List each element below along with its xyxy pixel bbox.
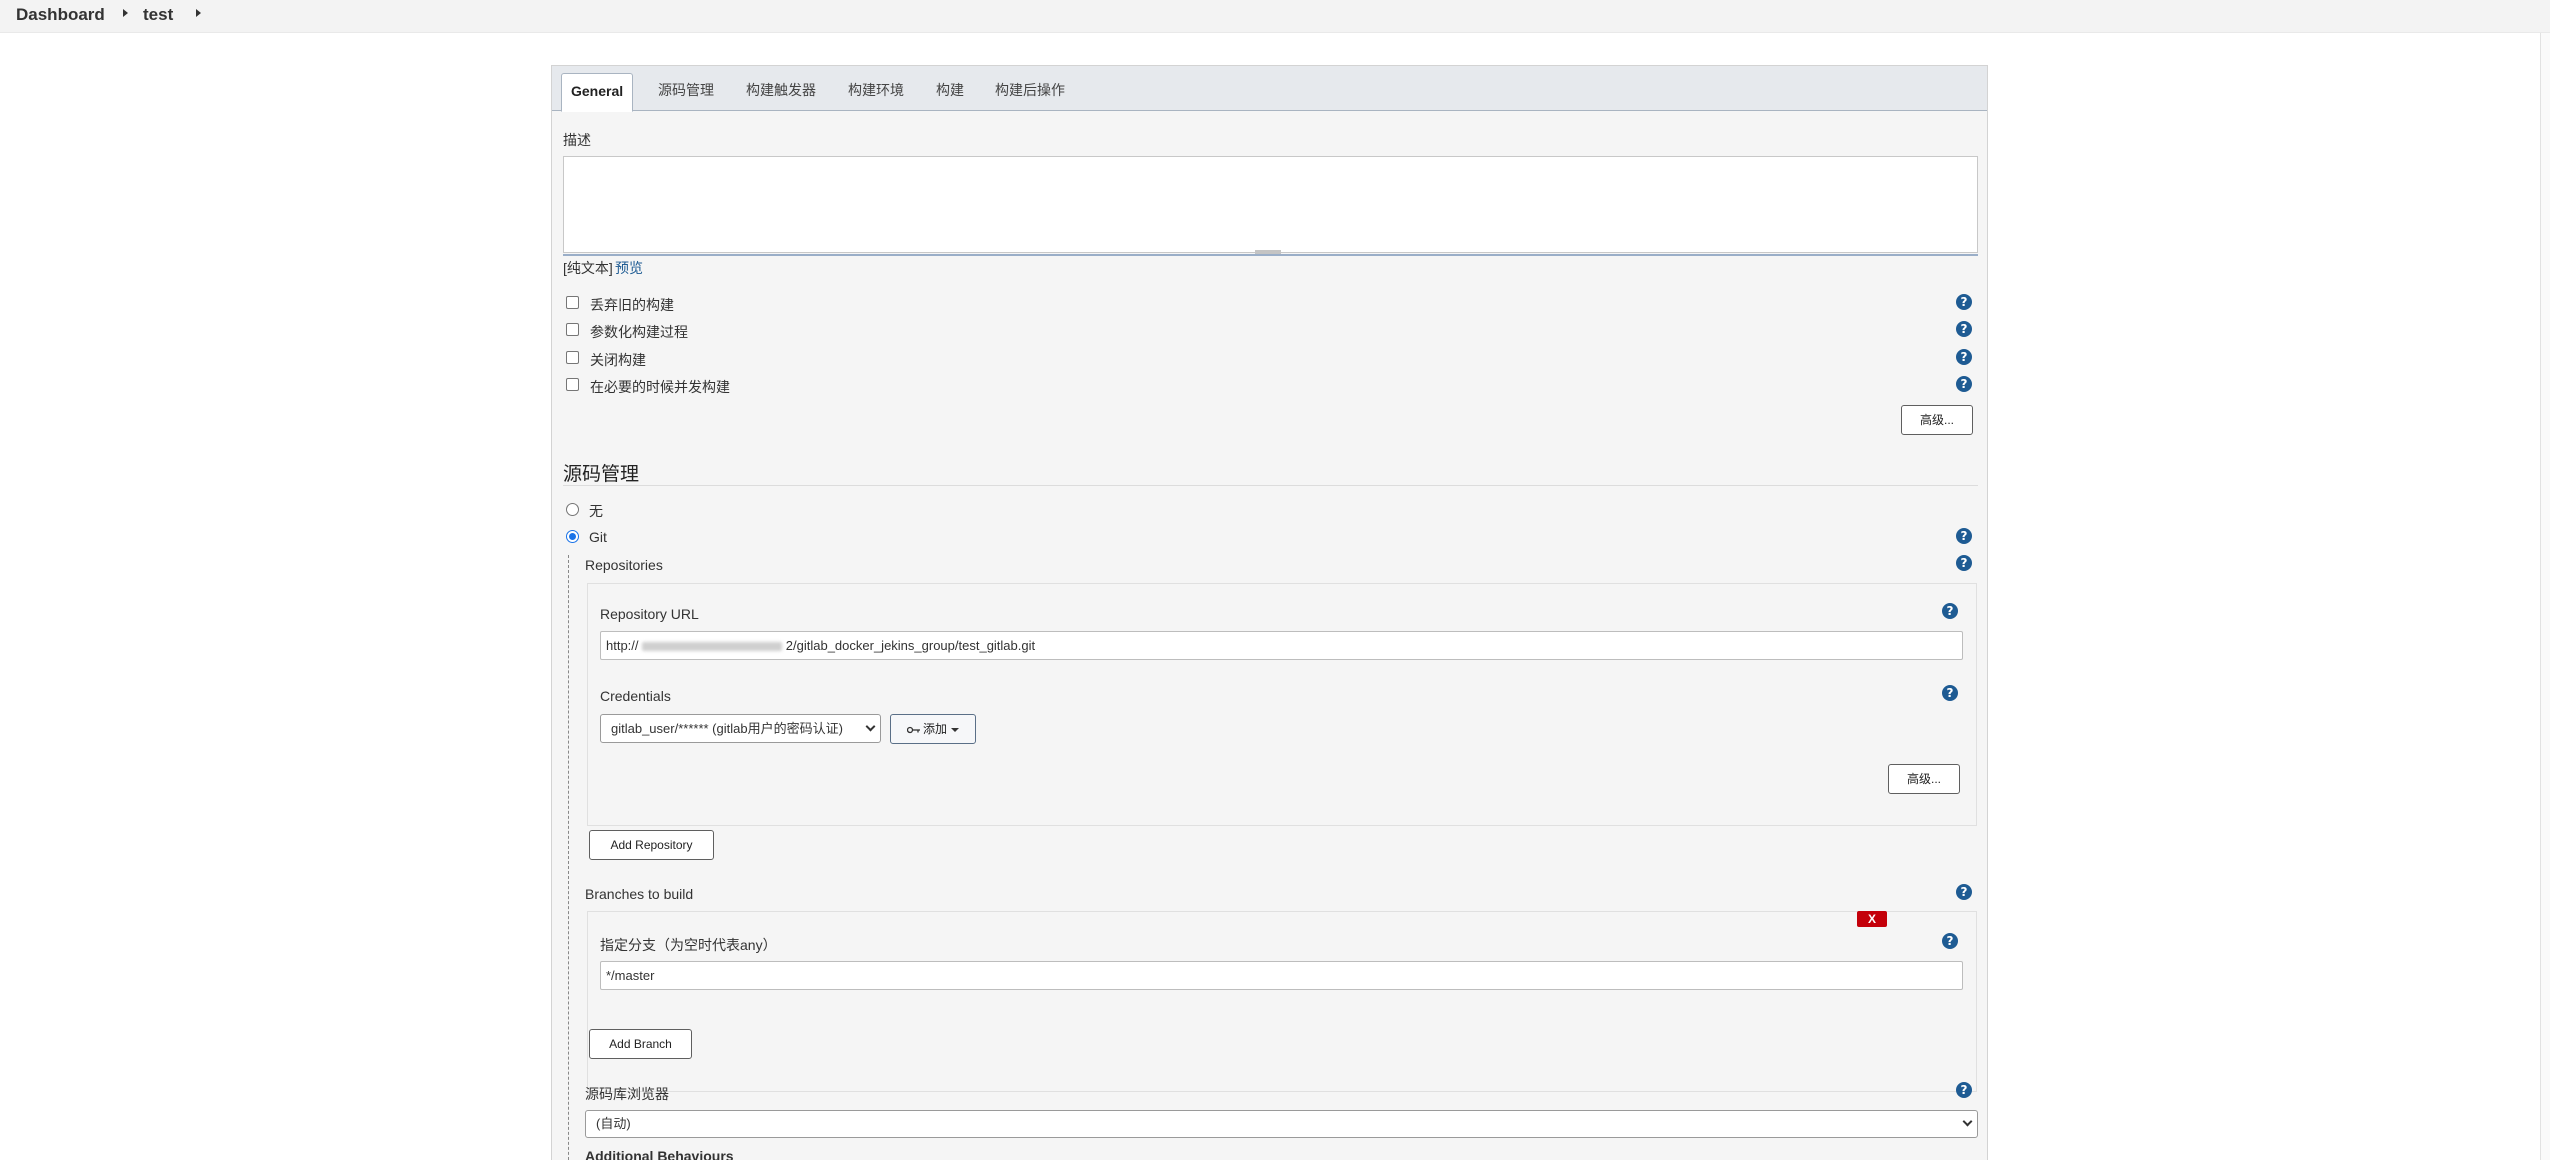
repository-url-input[interactable]: http:// 2/gitlab_docker_jekins_group/tes… — [600, 631, 1963, 660]
discard-old-builds-label: 丢弃旧的构建 — [590, 297, 674, 313]
credentials-value: gitlab_user/****** (gitlab用户的密码认证) — [611, 721, 843, 736]
general-advanced-button[interactable]: 高级... — [1901, 405, 1973, 435]
section-divider — [563, 485, 1978, 486]
repository-url-suffix: 2/gitlab_docker_jekins_group/test_gitlab… — [785, 638, 1036, 653]
tab-bar: General 源码管理 构建触发器 构建环境 构建 构建后操作 — [552, 66, 1987, 112]
branch-specifier-label: 指定分支（为空时代表any） — [600, 937, 777, 953]
help-icon[interactable]: ? — [1942, 603, 1958, 619]
key-icon — [906, 726, 920, 733]
textarea-resize-bar[interactable] — [563, 254, 1978, 256]
repositories-label: Repositories — [585, 557, 663, 573]
delete-branch-button[interactable]: X — [1857, 911, 1887, 927]
repository-url-label: Repository URL — [600, 606, 699, 622]
chevron-down-icon — [1962, 1116, 1973, 1127]
discard-old-builds-checkbox[interactable] — [566, 296, 579, 309]
parameterized-build-checkbox[interactable] — [566, 323, 579, 336]
help-icon[interactable]: ? — [1956, 321, 1972, 337]
tab-post-build-actions[interactable]: 构建后操作 — [995, 80, 1065, 100]
scm-git-label: Git — [589, 529, 607, 545]
add-credentials-button[interactable]: 添加 — [890, 714, 976, 744]
credentials-label: Credentials — [600, 688, 671, 704]
config-panel: General 源码管理 构建触发器 构建环境 构建 构建后操作 描述 [纯文本… — [551, 65, 1988, 1160]
disable-build-checkbox[interactable] — [566, 351, 579, 364]
add-branch-button[interactable]: Add Branch — [589, 1029, 692, 1059]
help-icon[interactable]: ? — [1956, 349, 1972, 365]
scm-section-title: 源码管理 — [563, 464, 640, 485]
tab-build-triggers[interactable]: 构建触发器 — [746, 80, 816, 100]
additional-behaviours-label: Additional Behaviours — [585, 1148, 734, 1160]
breadcrumb-test[interactable]: test — [143, 5, 173, 25]
branch-specifier-input[interactable]: */master — [600, 961, 1963, 990]
help-icon[interactable]: ? — [1956, 528, 1972, 544]
scm-none-label: 无 — [589, 503, 603, 519]
repository-browser-select[interactable]: (自动) — [585, 1110, 1978, 1138]
breadcrumb-dashboard[interactable]: Dashboard — [16, 5, 105, 25]
parameterized-build-label: 参数化构建过程 — [590, 324, 688, 340]
git-options-indent-line — [568, 555, 569, 1160]
repository-browser-value: (自动) — [596, 1116, 631, 1131]
branches-to-build-label: Branches to build — [585, 886, 694, 902]
help-icon[interactable]: ? — [1956, 376, 1972, 392]
repository-box: Repository URL ? http:// 2/gitlab_docker… — [587, 583, 1977, 826]
add-credentials-label: 添加 — [922, 722, 947, 736]
help-icon[interactable]: ? — [1956, 1082, 1972, 1098]
tab-general[interactable]: General — [561, 73, 634, 112]
format-label: [纯文本] — [563, 260, 613, 276]
help-icon[interactable]: ? — [1956, 884, 1972, 900]
add-repository-button[interactable]: Add Repository — [589, 830, 714, 860]
concurrent-build-label: 在必要的时候并发构建 — [590, 379, 730, 395]
redacted-host — [642, 642, 783, 652]
disable-build-label: 关闭构建 — [590, 352, 646, 368]
scm-git-radio[interactable] — [566, 530, 579, 543]
caret-down-icon — [951, 727, 959, 732]
breadcrumb: Dashboard test — [0, 0, 2550, 33]
breadcrumb-arrow-icon[interactable] — [196, 9, 201, 17]
credentials-select[interactable]: gitlab_user/****** (gitlab用户的密码认证) — [600, 714, 881, 743]
resize-grip-icon[interactable] — [1255, 250, 1281, 254]
repository-url-prefix: http:// — [606, 638, 639, 653]
help-icon[interactable]: ? — [1956, 294, 1972, 310]
tab-build-environment[interactable]: 构建环境 — [848, 80, 904, 100]
tab-source-management[interactable]: 源码管理 — [658, 80, 714, 100]
page-scrollbar[interactable] — [2540, 33, 2550, 1160]
branch-box: X 指定分支（为空时代表any） ? */master — [587, 911, 1977, 1092]
chevron-down-icon — [865, 721, 876, 731]
help-icon[interactable]: ? — [1956, 555, 1972, 571]
concurrent-build-checkbox[interactable] — [566, 378, 579, 391]
help-icon[interactable]: ? — [1942, 933, 1958, 949]
repository-advanced-button[interactable]: 高级... — [1888, 764, 1960, 794]
preview-link[interactable]: 预览 — [615, 258, 643, 278]
repository-browser-label: 源码库浏览器 — [585, 1086, 669, 1102]
breadcrumb-arrow-icon[interactable] — [123, 9, 128, 17]
tab-build[interactable]: 构建 — [936, 80, 964, 100]
scm-none-radio[interactable] — [566, 503, 579, 516]
description-textarea[interactable] — [563, 156, 1978, 253]
help-icon[interactable]: ? — [1942, 685, 1958, 701]
description-label: 描述 — [563, 132, 591, 148]
